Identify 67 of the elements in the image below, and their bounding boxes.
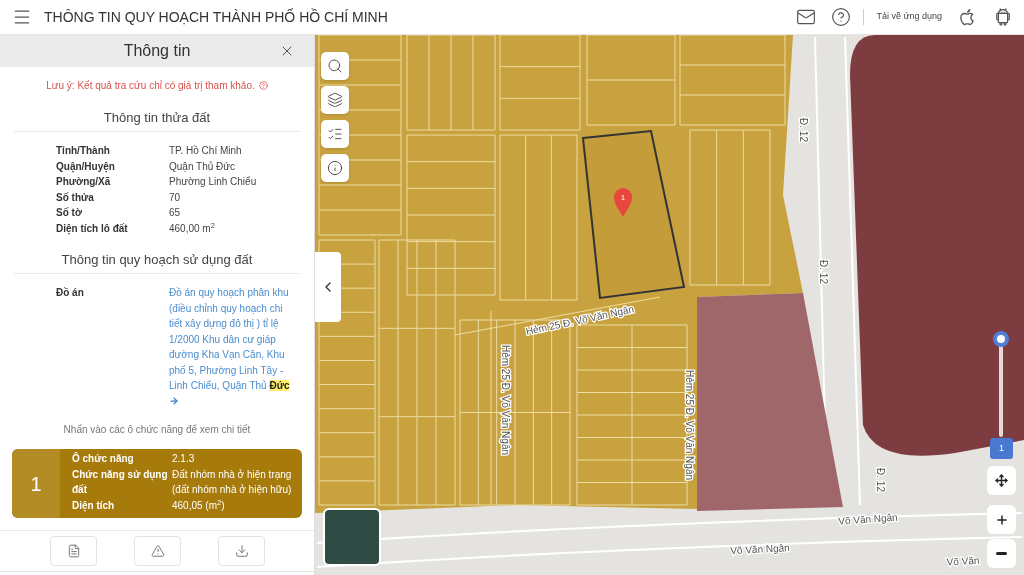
field-label: Số tờ	[56, 206, 83, 220]
road-label: Hẻm 25 Đ. Võ Văn Ngân	[524, 303, 635, 337]
road-label: Đ. 12	[818, 260, 830, 284]
cell-number: 1	[12, 449, 60, 518]
info-icon	[327, 160, 343, 176]
field-value: 65	[169, 206, 182, 220]
arrow-right-icon	[169, 396, 179, 407]
field-value: 460,00 m$^{2}$	[169, 220, 216, 236]
hint-text: Nhấn vào các ô chức năng để xem chi tiết	[62, 423, 252, 436]
search-icon	[327, 58, 343, 74]
panel-title: Thông tin	[123, 41, 191, 61]
document-icon	[66, 544, 81, 558]
search-button[interactable]	[321, 52, 349, 80]
field-label: Tỉnh/Thành	[56, 144, 111, 158]
slider-value: 1	[990, 438, 1013, 459]
field-value: 70	[169, 190, 182, 205]
zoom-out-button[interactable]	[987, 539, 1016, 568]
help-icon[interactable]	[258, 81, 268, 90]
layers-button[interactable]	[321, 86, 349, 114]
parcel-marker[interactable]: 1	[614, 188, 632, 217]
layers-icon	[327, 92, 343, 108]
section-heading: Thông tin thửa đất	[103, 110, 211, 126]
road-label: Đ. 12	[875, 468, 887, 492]
list-icon	[327, 126, 343, 142]
cell-label: Chức năng sử dụng đất	[72, 467, 169, 497]
road-label: Hẻm 25 Đ. Võ Văn Ngân	[500, 344, 512, 456]
notice-text: Lưu ý: Kết quả tra cứu chỉ có giá trị tham khảo.	[46, 79, 255, 92]
satellite-thumbnail[interactable]	[323, 508, 381, 566]
field-label: Phường/Xã	[56, 175, 112, 189]
road-label: Đ. 12	[798, 118, 810, 142]
cell-label: Diện tích	[72, 498, 116, 513]
section-heading: Thông tin quy hoạch sử dụng đất	[61, 252, 253, 268]
road-label: Võ Văn Ngân	[837, 511, 898, 527]
cell-value: 2.1.3	[172, 452, 196, 466]
road-label: Võ Văn	[946, 554, 980, 568]
cell-value: Đất nhóm nhà ở hiện trạng (đất nhóm nhà ở hiện hữu)	[172, 467, 293, 497]
help-icon[interactable]	[831, 7, 852, 27]
field-value: Quận Thủ Đức	[169, 159, 236, 174]
road-label: Võ Văn Ngân	[729, 542, 790, 557]
info-button[interactable]	[321, 154, 349, 182]
document-button[interactable]	[50, 536, 97, 566]
crosshair-arrows-icon	[995, 474, 1008, 487]
minus-icon	[996, 552, 1007, 555]
slider-track[interactable]	[993, 331, 1009, 437]
cell-label: Ô chức năng	[72, 451, 135, 466]
field-label: Diện tích lô đất	[56, 221, 129, 236]
cell-value: 460,05 (m$^{2}$)	[172, 497, 226, 513]
field-label: Quận/Huyện	[56, 159, 116, 174]
field-label: Đồ án	[56, 286, 85, 300]
android-icon[interactable]	[993, 7, 1013, 27]
locate-button[interactable]	[987, 466, 1016, 495]
download-app-link[interactable]: Tải về ứng dụng	[876, 10, 942, 24]
warning-icon	[150, 544, 165, 558]
road-label: Hẻm 25 Đ. Võ Văn Ngân	[684, 369, 696, 481]
plus-icon	[994, 512, 1009, 527]
zoom-in-button[interactable]	[987, 505, 1016, 534]
field-label: Số thửa	[56, 190, 95, 205]
download-icon	[234, 544, 249, 558]
app-title: THÔNG TIN QUY HOẠCH THÀNH PHỐ HỒ CHÍ MINH	[44, 7, 388, 27]
field-value: TP. Hồ Chí Minh	[169, 144, 243, 158]
function-cell-card[interactable]: 1 Ô chức năng 2.1.3 Chức năng sử dụng đất Đất nhóm nhà ở hiện trạng (đất nhóm nhà ở hiện hữu) Diện tích 460,05 (m$^{2}$)	[12, 449, 302, 518]
selected-parcel[interactable]	[581, 129, 686, 300]
mail-icon[interactable]	[796, 7, 817, 27]
legend-button[interactable]	[321, 120, 349, 148]
project-link[interactable]: Đồ án quy hoạch phân khu (điều chỉnh quy hoạch chi tiết xây dựng đô thị ) tỉ lệ 1/2000 Khu dân cư giáp đường Kha Vạn Cân, Khu phố 5, Phường Linh Tây - Linh Chiểu, Quận Thủ Đức	[169, 285, 293, 409]
apple-icon[interactable]	[957, 7, 977, 27]
field-value: Phường Linh Chiểu	[169, 175, 258, 189]
